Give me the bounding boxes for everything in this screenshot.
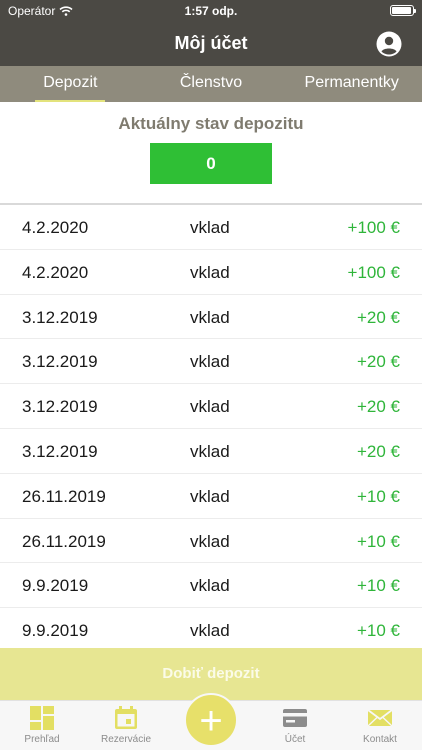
- tab-bar-item-rezervacie[interactable]: Rezervácie: [84, 705, 168, 745]
- transaction-type: vklad: [190, 218, 230, 237]
- transaction-type: vklad: [190, 531, 230, 551]
- transaction-amount: +10 €: [356, 486, 400, 506]
- calendar-icon: [115, 706, 137, 729]
- transaction-date: 3.12.2019: [22, 441, 98, 461]
- tab-bar-label: Kontakt: [363, 734, 397, 745]
- mail-icon: [367, 709, 393, 727]
- transaction-row: 3.12.2019 vklad +20 €: [0, 429, 422, 474]
- transaction-type: vklad: [190, 621, 230, 641]
- status-bar: Operátor 1:57 odp.: [0, 0, 422, 22]
- transaction-list: 4.2.2020 vklad +100 € 4.2.2020 vklad +10…: [0, 203, 422, 653]
- transaction-row: 3.12.2019 vklad +20 €: [0, 295, 422, 340]
- transaction-date: 26.11.2019: [22, 486, 106, 506]
- transaction-type: vklad: [190, 576, 230, 596]
- tab-bar-label: Účet: [284, 734, 306, 745]
- nav-bar: Môj účet: [0, 22, 422, 66]
- transaction-row: 4.2.2020 vklad +100 €: [0, 250, 422, 295]
- transaction-date: 3.12.2019: [22, 397, 98, 417]
- transaction-amount: +20 €: [356, 397, 400, 417]
- transaction-date: 4.2.2020: [22, 218, 89, 237]
- dashboard-icon: [30, 706, 54, 730]
- transaction-type: vklad: [190, 352, 230, 372]
- credit-card-icon: [283, 709, 307, 727]
- transaction-amount: +100 €: [347, 262, 400, 282]
- tab-bar-item-ucet[interactable]: Účet: [253, 705, 337, 745]
- transaction-amount: +10 €: [356, 576, 400, 596]
- deposit-summary: Aktuálny stav depozitu 0: [0, 102, 422, 200]
- transaction-type: vklad: [190, 262, 230, 282]
- add-reservation-button[interactable]: +: [184, 693, 238, 747]
- transaction-date: 4.2.2020: [22, 262, 89, 282]
- transaction-date: 3.12.2019: [22, 307, 98, 327]
- bottom-tab-bar: Prehľad Rezervácie + Účet Kontakt: [0, 693, 422, 750]
- transaction-amount: +10 €: [356, 621, 400, 641]
- transaction-row: 4.2.2020 vklad +100 €: [0, 205, 422, 250]
- transaction-type: vklad: [190, 441, 230, 461]
- transaction-row: 26.11.2019 vklad +10 €: [0, 474, 422, 519]
- transaction-amount: +10 €: [356, 531, 400, 551]
- transaction-row: 3.12.2019 vklad +20 €: [0, 339, 422, 385]
- transaction-type: vklad: [190, 307, 230, 327]
- transaction-date: 3.12.2019: [22, 352, 98, 372]
- transaction-date: 9.9.2019: [22, 576, 89, 596]
- transaction-date: 9.9.2019: [22, 621, 89, 641]
- tab-bar-item-kontakt[interactable]: Kontakt: [338, 705, 422, 745]
- plus-icon: +: [199, 699, 223, 743]
- deposit-title: Aktuálny stav depozitu: [118, 114, 304, 133]
- tab-bar-item-prehlad[interactable]: Prehľad: [0, 705, 84, 745]
- transaction-amount: +20 €: [356, 352, 400, 372]
- clock: 1:57 odp.: [184, 4, 238, 18]
- tab-bar-label: Rezervácie: [100, 734, 152, 745]
- transaction-type: vklad: [190, 486, 230, 506]
- deposit-balance: 0: [150, 143, 272, 184]
- transaction-amount: +20 €: [356, 307, 400, 327]
- page-title: Môj účet: [174, 33, 248, 53]
- tab-depozit[interactable]: Depozit: [0, 66, 141, 102]
- transaction-row: 3.12.2019 vklad +20 €: [0, 384, 422, 429]
- account-circle-icon[interactable]: [376, 31, 402, 57]
- tab-bar-label: Prehľad: [24, 734, 60, 745]
- transaction-amount: +100 €: [347, 218, 400, 237]
- transaction-date: 26.11.2019: [22, 531, 106, 551]
- battery-icon: [390, 5, 416, 16]
- transaction-row: 9.9.2019 vklad +10 €: [0, 563, 422, 609]
- tab-permanentky[interactable]: Permanentky: [281, 66, 422, 102]
- transaction-row: 9.9.2019 vklad +10 €: [0, 608, 422, 653]
- tab-clenstvo[interactable]: Členstvo: [141, 66, 282, 102]
- transaction-row: 26.11.2019 vklad +10 €: [0, 519, 422, 564]
- account-tabs: Depozit Členstvo Permanentky: [0, 66, 422, 102]
- transaction-amount: +20 €: [356, 441, 400, 461]
- transaction-type: vklad: [190, 397, 230, 417]
